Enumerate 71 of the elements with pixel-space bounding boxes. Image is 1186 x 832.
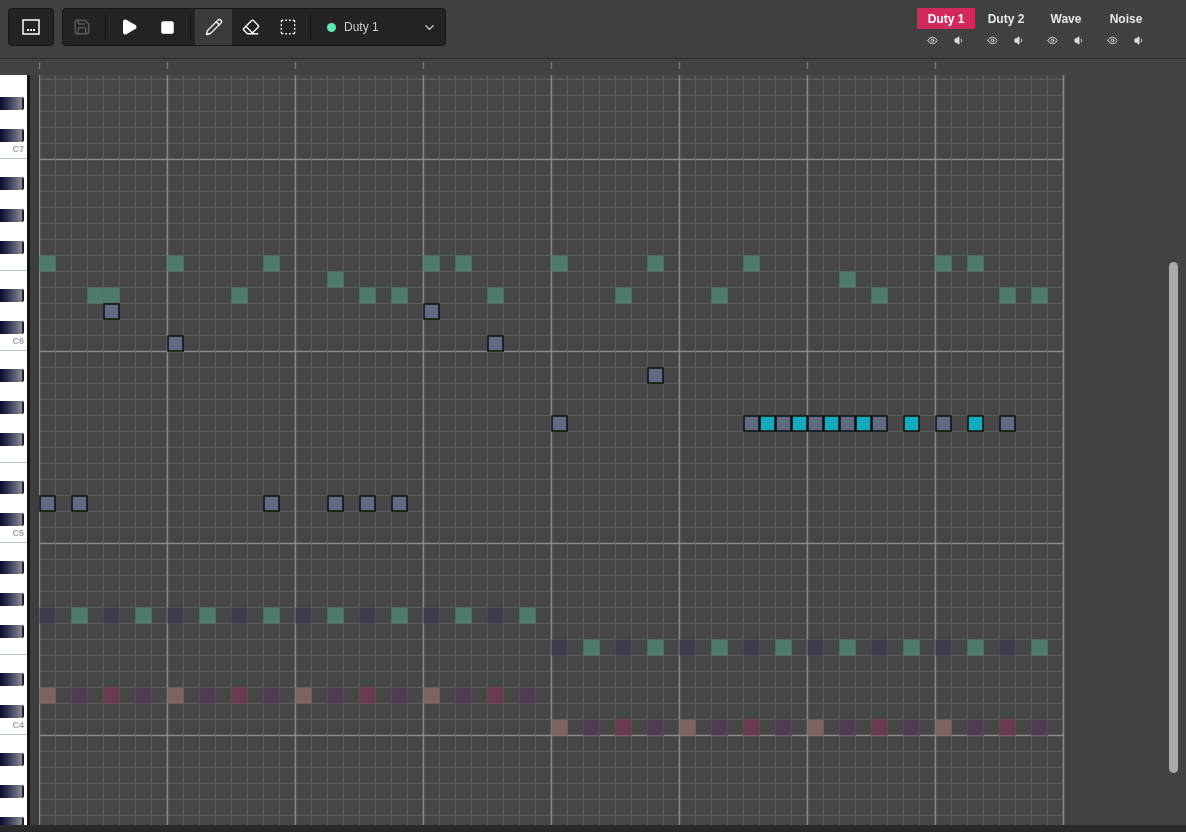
note-block[interactable] xyxy=(855,415,872,432)
sharp-key[interactable] xyxy=(0,289,24,302)
sharp-key[interactable] xyxy=(0,129,24,142)
sharp-key[interactable] xyxy=(0,753,24,766)
sharp-key[interactable] xyxy=(0,625,24,638)
note-block[interactable] xyxy=(743,415,760,432)
note-block[interactable] xyxy=(823,415,840,432)
sharp-key[interactable] xyxy=(0,433,24,446)
note-block[interactable] xyxy=(103,303,120,320)
note-block[interactable] xyxy=(807,415,824,432)
note-block[interactable] xyxy=(839,415,856,432)
eraser-icon xyxy=(241,18,260,36)
note-block[interactable] xyxy=(423,303,440,320)
sharp-key[interactable] xyxy=(0,481,24,494)
sharp-key[interactable] xyxy=(0,513,24,526)
speaker-icon[interactable] xyxy=(1134,35,1145,46)
scrollbar-thumb[interactable] xyxy=(1169,262,1178,773)
note-block[interactable] xyxy=(967,415,984,432)
sharp-key[interactable] xyxy=(0,177,24,190)
note-block[interactable] xyxy=(327,495,344,512)
sharp-key[interactable] xyxy=(0,401,24,414)
stop-icon xyxy=(159,19,175,35)
channel-tab[interactable]: Wave xyxy=(1039,8,1093,29)
note-block[interactable] xyxy=(551,415,568,432)
note-block[interactable] xyxy=(487,335,504,352)
sharp-key[interactable] xyxy=(0,673,24,686)
dashed-square-icon xyxy=(278,18,297,36)
menu-icon xyxy=(22,19,40,35)
octave-label: C7 xyxy=(12,145,24,154)
sharp-key[interactable] xyxy=(0,705,24,718)
channel-tab[interactable]: Duty 2 xyxy=(976,8,1036,29)
octave-label: C5 xyxy=(12,529,24,538)
speaker-icon[interactable] xyxy=(1074,35,1085,46)
note-block[interactable] xyxy=(71,495,88,512)
note-block[interactable] xyxy=(903,415,920,432)
visibility-icon[interactable] xyxy=(1107,35,1118,46)
note-block[interactable] xyxy=(871,415,888,432)
note-block[interactable] xyxy=(999,415,1016,432)
note-block[interactable] xyxy=(359,495,376,512)
play-icon xyxy=(120,18,138,36)
menu-button[interactable] xyxy=(8,8,54,46)
note-block[interactable] xyxy=(263,495,280,512)
octave-label: C4 xyxy=(12,721,24,730)
sharp-key[interactable] xyxy=(0,241,24,254)
sharp-key[interactable] xyxy=(0,97,24,110)
speaker-icon[interactable] xyxy=(954,35,965,46)
octave-label: C6 xyxy=(12,337,24,346)
note-block[interactable] xyxy=(39,495,56,512)
sharp-key[interactable] xyxy=(0,593,24,606)
pencil-tool[interactable] xyxy=(195,9,232,45)
sharp-key[interactable] xyxy=(0,785,24,798)
sharp-key[interactable] xyxy=(0,321,24,334)
note-block[interactable] xyxy=(391,495,408,512)
note-block[interactable] xyxy=(791,415,808,432)
channel-dropdown[interactable]: Duty 1 xyxy=(315,9,445,45)
note-block[interactable] xyxy=(647,367,664,384)
note-block[interactable] xyxy=(167,335,184,352)
note-block[interactable] xyxy=(935,415,952,432)
visibility-icon[interactable] xyxy=(927,35,938,46)
visibility-icon[interactable] xyxy=(1047,35,1058,46)
save-icon xyxy=(73,18,91,36)
note-block[interactable] xyxy=(775,415,792,432)
channel-tab[interactable]: Noise xyxy=(1098,8,1154,29)
channel-tab[interactable]: Duty 1 xyxy=(916,8,976,29)
sharp-key[interactable] xyxy=(0,369,24,382)
sharp-key[interactable] xyxy=(0,561,24,574)
visibility-icon[interactable] xyxy=(987,35,998,46)
note-block[interactable] xyxy=(759,415,776,432)
speaker-icon[interactable] xyxy=(1014,35,1025,46)
sharp-key[interactable] xyxy=(0,209,24,222)
pencil-icon xyxy=(204,18,223,36)
